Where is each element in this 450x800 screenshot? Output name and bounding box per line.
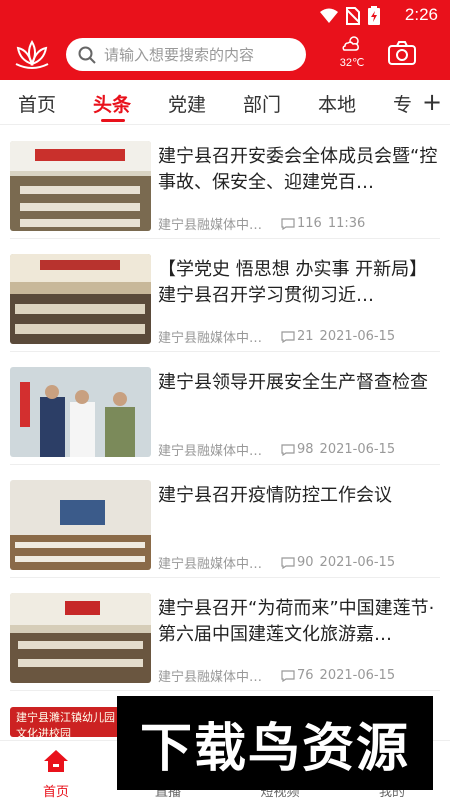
comment-icon: [281, 217, 295, 230]
news-title: 建宁县召开安委会全体成员会暨“控事故、保安全、迎建党百…: [158, 146, 438, 193]
status-time: 2:26: [404, 5, 438, 24]
news-source: 建宁县融媒体中…: [158, 444, 263, 459]
news-title: 建宁县召开疫情防控工作会议: [158, 485, 392, 506]
news-meta: 建宁县融媒体中… 116 11:36: [158, 214, 443, 233]
app-header: 32℃: [0, 30, 450, 80]
news-source: 建宁县融媒体中…: [158, 218, 263, 233]
no-sim-icon: [346, 6, 360, 25]
weather-widget[interactable]: 32℃: [332, 34, 372, 69]
tab-local[interactable]: 本地: [318, 90, 356, 117]
news-thumbnail: [10, 480, 151, 570]
comment-count: 116: [281, 216, 322, 231]
news-meta: 建宁县融媒体中… 21 2021-06-15: [158, 327, 443, 346]
news-time: 2021-06-15: [319, 555, 396, 570]
news-title: 建宁县领导开展安全生产督查检查: [158, 372, 428, 393]
news-thumbnail: [10, 254, 151, 344]
add-tab-icon[interactable]: +: [418, 88, 443, 116]
news-title: 【学党史 悟思想 办实事 开新局】建宁县召开学习贯彻习近…: [158, 259, 428, 306]
news-source: 建宁县融媒体中…: [158, 331, 263, 346]
news-meta: 建宁县融媒体中… 76 2021-06-15: [158, 666, 443, 685]
comment-icon: [281, 443, 295, 456]
search-input[interactable]: [104, 45, 294, 64]
lotus-logo-icon: [15, 40, 49, 69]
tab-party-building[interactable]: 党建: [168, 90, 206, 117]
news-item[interactable]: 建宁县召开疫情防控工作会议 建宁县融媒体中… 90 2021-06-15: [10, 465, 440, 578]
comment-icon: [281, 669, 295, 682]
tab-home[interactable]: 首页: [18, 90, 56, 117]
comment-icon: [281, 330, 295, 343]
category-tabs: 首页 头条 党建 部门 本地 专 +: [0, 80, 450, 125]
news-list: 建宁县召开安委会全体成员会暨“控事故、保安全、迎建党百… 建宁县融媒体中… 11…: [0, 126, 450, 691]
camera-icon[interactable]: [388, 41, 416, 65]
comment-icon: [281, 556, 295, 569]
search-bar[interactable]: [66, 38, 306, 71]
battery-charging-icon: [368, 6, 380, 25]
tab-headlines[interactable]: 头条: [93, 90, 131, 117]
comment-count: 90: [281, 555, 314, 570]
wifi-icon: [320, 8, 338, 23]
search-icon: [78, 46, 96, 64]
home-icon: [44, 750, 68, 772]
comment-count: 21: [281, 329, 314, 344]
news-time: 2021-06-15: [319, 668, 396, 683]
news-meta: 建宁县融媒体中… 90 2021-06-15: [158, 553, 443, 572]
bottom-nav-home[interactable]: 首页: [16, 749, 96, 800]
news-item[interactable]: 建宁县召开“为荷而来”中国建莲节·第六届中国建莲文化旅游嘉… 建宁县融媒体中… …: [10, 578, 440, 691]
news-thumbnail: [10, 141, 151, 231]
news-source: 建宁县融媒体中…: [158, 670, 263, 685]
tab-departments[interactable]: 部门: [243, 90, 281, 117]
news-item[interactable]: 建宁县领导开展安全生产督查检查 建宁县融媒体中… 98 2021-06-15: [10, 352, 440, 465]
active-tab-indicator: [101, 119, 125, 122]
news-thumbnail: [10, 593, 151, 683]
status-icons: [320, 6, 380, 25]
news-thumbnail: [10, 367, 151, 457]
comment-count: 76: [281, 668, 314, 683]
news-time: 2021-06-15: [319, 329, 396, 344]
news-time: 2021-06-15: [319, 442, 396, 457]
watermark-overlay: 下载鸟资源: [117, 696, 433, 790]
comment-count: 98: [281, 442, 314, 457]
partly-cloudy-icon: [342, 36, 359, 51]
status-bar: 2:26: [0, 0, 450, 30]
news-time: 11:36: [327, 216, 366, 231]
tab-special[interactable]: 专: [393, 90, 412, 117]
news-meta: 建宁县融媒体中… 98 2021-06-15: [158, 440, 443, 459]
news-item[interactable]: 建宁县召开安委会全体成员会暨“控事故、保安全、迎建党百… 建宁县融媒体中… 11…: [10, 126, 440, 239]
news-title: 建宁县召开“为荷而来”中国建莲节·第六届中国建莲文化旅游嘉…: [158, 598, 435, 645]
weather-temperature: 32℃: [339, 57, 365, 69]
news-source: 建宁县融媒体中…: [158, 557, 263, 572]
news-item[interactable]: 【学党史 悟思想 办实事 开新局】建宁县召开学习贯彻习近… 建宁县融媒体中… 2…: [10, 239, 440, 352]
